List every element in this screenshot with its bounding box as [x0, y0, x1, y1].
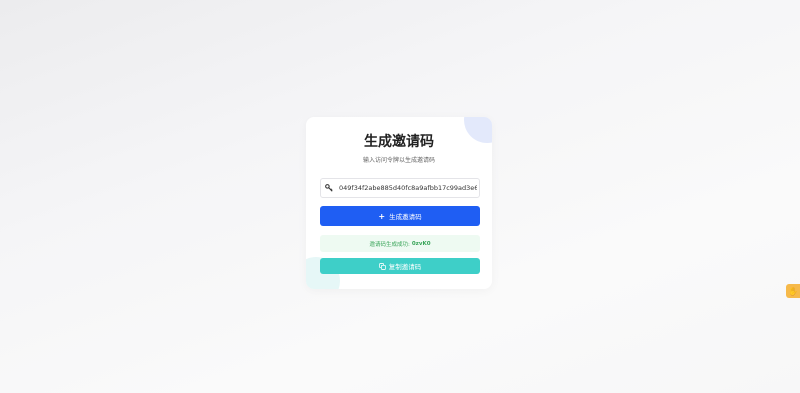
token-field[interactable]	[320, 178, 480, 198]
copy-button-label: 复制邀请码	[388, 263, 422, 271]
generate-button-label: 生成邀请码	[389, 213, 422, 221]
token-input[interactable]	[339, 184, 477, 192]
hand-icon: ✋	[788, 286, 798, 296]
invite-card: 生成邀请码 输入访问令牌以生成邀请码 + 生成邀请码 邀请码生成成功: 0zvK…	[306, 117, 492, 289]
invite-code: 0zvK0	[411, 240, 431, 247]
generate-invite-button[interactable]: + 生成邀请码	[320, 206, 480, 226]
plus-icon: +	[378, 211, 386, 221]
success-message: 邀请码生成成功: 0zvK0	[320, 235, 480, 252]
key-icon	[325, 184, 333, 192]
page-title: 生成邀请码	[364, 134, 434, 150]
floating-widget[interactable]: ✋	[786, 284, 800, 298]
success-prefix: 邀请码生成成功:	[369, 241, 410, 248]
copy-icon	[378, 262, 386, 270]
copy-invite-button[interactable]: 复制邀请码	[320, 258, 480, 274]
page-subtitle: 输入访问令牌以生成邀请码	[362, 157, 435, 164]
